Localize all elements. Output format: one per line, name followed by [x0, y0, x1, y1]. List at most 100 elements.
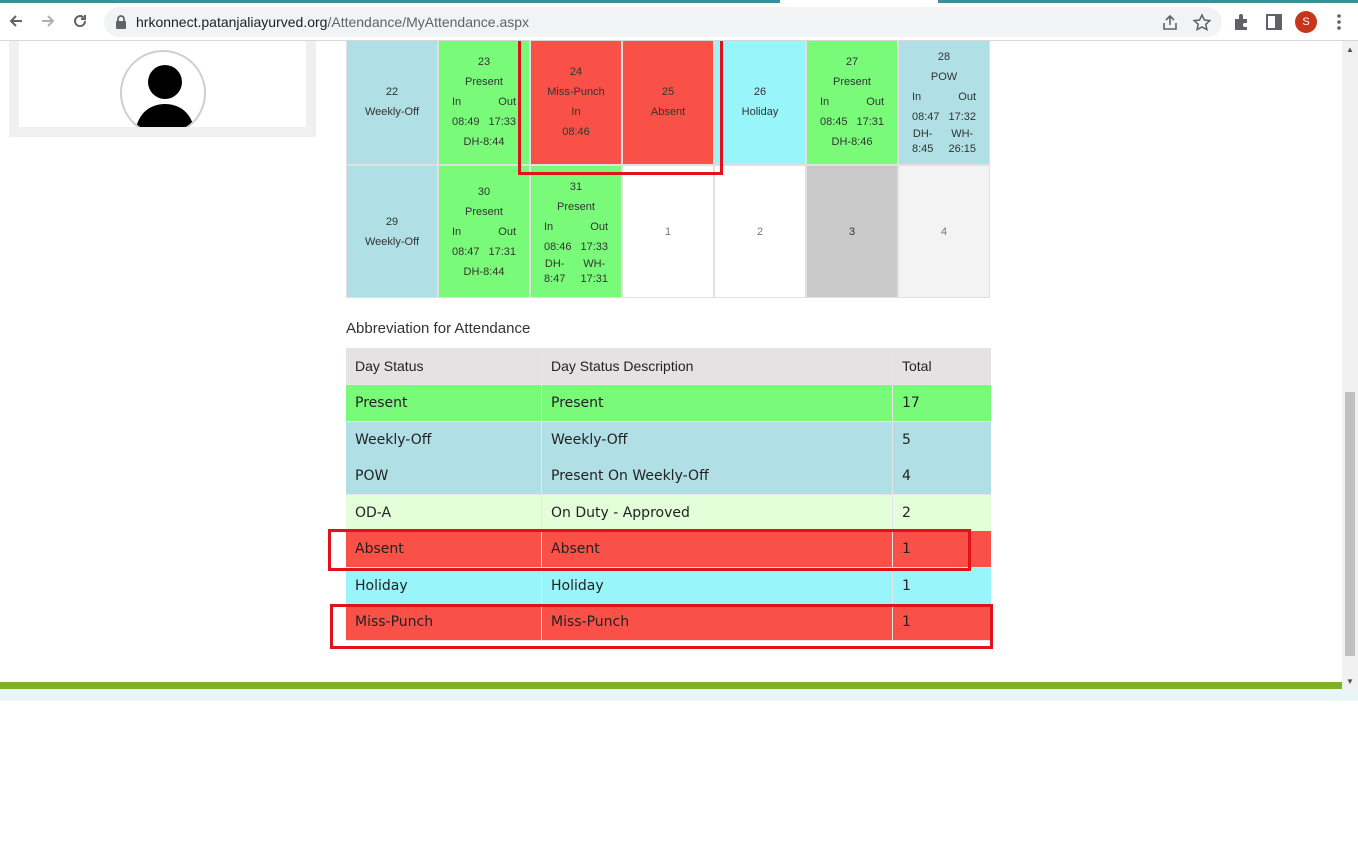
calendar-day-cell[interactable]: 1 [622, 165, 714, 298]
in-out-times: 08:47 17:31 [452, 242, 516, 262]
star-icon[interactable] [1192, 13, 1212, 33]
work-hours-label: WH- [951, 128, 974, 140]
calendar-day-cell[interactable]: 25 Absent [622, 41, 714, 165]
duty-hours-value: 8:45 [912, 143, 934, 155]
back-button[interactable] [4, 9, 28, 33]
day-number: 25 [661, 86, 675, 98]
row-description: Holiday [542, 567, 893, 604]
calendar-day-cell[interactable]: 30 Present In Out 08:47 17:31 DH-8:44 [438, 165, 530, 298]
in-out-times: 08:49 17:33 [452, 112, 516, 132]
profile-card [9, 41, 316, 137]
day-number: 1 [664, 225, 672, 238]
calendar-day-cell[interactable]: 29 Weekly-Off [346, 165, 438, 298]
row-description: Present [542, 385, 893, 421]
day-number: 22 [385, 86, 399, 98]
duty-hours: DH- 8:47 [544, 257, 565, 287]
table-row: Miss-Punch Miss-Punch 1 [346, 604, 991, 641]
scrollbar-thumb[interactable] [1345, 392, 1355, 656]
table-row: Holiday Holiday 1 [346, 567, 991, 605]
in-out-times-right: 17:31 [488, 245, 516, 258]
in-out-labels-left: In [820, 96, 830, 108]
in-out-labels-left: In [452, 96, 462, 108]
duty-hours: DH-8:44 [463, 265, 505, 278]
in-out-times-left: 08:46 [544, 240, 572, 253]
day-status: Present [465, 76, 503, 88]
duty-hours: DH- 8:45 [912, 127, 933, 157]
side-panel-icon[interactable] [1264, 12, 1284, 32]
day-number: 30 [477, 185, 491, 198]
page-viewport: 22 Weekly-Off 23 Present In Out 08:49 17:33 DH-8… [0, 41, 1342, 689]
day-number: 29 [385, 215, 399, 228]
day-status: Weekly-Off [365, 106, 419, 118]
row-description: Weekly-Off [542, 421, 893, 458]
day-status: Present [557, 200, 595, 213]
forward-button[interactable] [36, 9, 60, 33]
reload-button[interactable] [68, 9, 92, 33]
in-out-labels-right: Out [498, 225, 516, 238]
calendar-day-cell[interactable]: 23 Present In Out 08:49 17:33 DH-8:44 [438, 41, 530, 165]
in-out-labels: In Out [544, 217, 608, 237]
duty-hours-label: DH- [544, 257, 565, 270]
in-out-times: 08:45 17:31 [820, 112, 884, 132]
in-out-times-left: 08:45 [820, 116, 848, 128]
row-day-status: Absent [346, 531, 542, 567]
day-number: 4 [940, 225, 948, 238]
in-out-labels-right: Out [866, 96, 884, 108]
calendar-day-cell[interactable]: 31 Present In Out 08:46 17:33 DH- 8:47 WH- 17:31 [530, 165, 622, 298]
in-out-times-right: 17:31 [856, 116, 884, 128]
day-number: 31 [569, 180, 583, 193]
bottom-strip [0, 689, 1358, 701]
calendar-day-cell[interactable]: 27 Present In Out 08:45 17:31 DH-8:46 [806, 41, 898, 165]
table-row: Absent Absent 1 [346, 531, 991, 568]
day-number: 28 [937, 51, 951, 63]
browser-toolbar: hrkonnect.patanjaliayurved.org/Attendanc… [0, 3, 1358, 41]
table-row: OD-A On Duty - Approved 2 [346, 494, 991, 532]
header-description: Day Status Description [542, 348, 893, 384]
calendar-day-cell[interactable]: 26 Holiday [714, 41, 806, 165]
profile-avatar-button[interactable]: S [1295, 11, 1317, 33]
work-hours: WH- 26:15 [948, 127, 976, 157]
abbreviation-title: Abbreviation for Attendance [346, 320, 531, 337]
calendar-day-cell[interactable]: 28 POW In Out 08:47 17:32 DH- 8:45 WH- 26:15 [898, 41, 990, 165]
more-menu-icon[interactable] [1329, 12, 1349, 32]
address-bar[interactable]: hrkonnect.patanjaliayurved.org/Attendanc… [104, 7, 1222, 37]
scroll-up-icon[interactable]: ▲ [1346, 45, 1354, 54]
calendar-day-cell[interactable]: 24 Miss-Punch In 08:46 [530, 41, 622, 165]
day-status: Present [833, 76, 871, 88]
day-status: Absent [650, 106, 686, 118]
extensions-icon[interactable] [1232, 12, 1252, 32]
row-day-status: POW [346, 458, 542, 494]
table-row: Weekly-Off Weekly-Off 5 [346, 421, 991, 459]
day-status: POW [930, 71, 958, 83]
scroll-down-icon[interactable]: ▼ [1346, 677, 1354, 686]
in-out-times-right: 17:33 [488, 116, 516, 128]
vertical-scrollbar[interactable]: ▲ ▼ [1342, 41, 1358, 689]
day-status: Weekly-Off [365, 235, 419, 248]
share-icon[interactable] [1160, 13, 1180, 33]
row-description: Present On Weekly-Off [542, 458, 893, 494]
row-description: Absent [542, 531, 893, 567]
row-total: 1 [902, 577, 911, 594]
duty-hours-label: DH- [912, 128, 933, 140]
header-day-status: Day Status [346, 348, 542, 384]
work-hours: WH- 17:31 [580, 257, 608, 287]
calendar-day-cell[interactable]: 4 [898, 165, 990, 298]
url-path: /Attendance/MyAttendance.aspx [327, 14, 530, 30]
calendar-day-cell[interactable]: 2 [714, 165, 806, 298]
duty-hours: DH-8:44 [463, 136, 505, 148]
in-label: In [571, 106, 581, 118]
calendar-day-cell[interactable]: 3 [806, 165, 898, 298]
hours-summary: DH- 8:47 WH- 17:31 [544, 257, 608, 287]
table-header: Day Status Day Status Description Total [346, 348, 991, 385]
day-number: 23 [477, 56, 491, 68]
user-silhouette-icon [136, 65, 194, 127]
day-number: 26 [753, 86, 767, 98]
row-total: 1 [902, 541, 911, 557]
in-out-labels: In Out [820, 92, 884, 112]
in-out-labels-left: In [912, 91, 922, 103]
calendar-day-cell[interactable]: 22 Weekly-Off [346, 41, 438, 165]
footer-bar [0, 682, 1342, 689]
in-out-labels: In Out [452, 222, 516, 242]
row-description: Miss-Punch [542, 604, 893, 640]
day-number: 2 [756, 225, 764, 238]
